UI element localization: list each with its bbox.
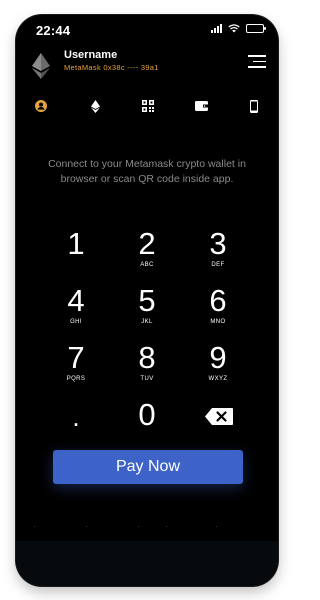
battery-icon [246, 24, 266, 33]
status-bar: 22:44 [16, 15, 278, 43]
status-time: 22:44 [36, 23, 71, 38]
key-6[interactable]: 6 MNO [188, 284, 248, 336]
ethereum-logo [32, 53, 50, 79]
key-0[interactable]: 0 [117, 398, 177, 450]
key-1[interactable]: 1 [46, 227, 106, 279]
key-5[interactable]: 5 JKL [117, 284, 177, 336]
key-decimal[interactable]: . [46, 398, 106, 450]
wifi-icon [228, 24, 240, 33]
tab-user[interactable] [28, 93, 54, 119]
ethereum-icon [90, 99, 100, 113]
user-icon [35, 100, 47, 112]
phone-frame: 22:44 Username MetaMask 0x38c ---- 39a1 [16, 15, 278, 586]
username: Username [64, 49, 118, 61]
tab-qr-code[interactable] [135, 93, 161, 119]
key-2[interactable]: 2 ABC [117, 227, 177, 279]
pay-now-button[interactable]: Pay Now [53, 450, 243, 484]
key-8[interactable]: 8 TUV [117, 341, 177, 393]
bottom-bar [16, 541, 278, 586]
hamburger-menu-icon[interactable] [248, 55, 266, 69]
mobile-phone-icon [250, 99, 258, 113]
instruction-text: Connect to your Metamask crypto wallet i… [48, 158, 246, 185]
key-7[interactable]: 7 PQRS [46, 341, 106, 393]
divider [16, 526, 278, 528]
key-3[interactable]: 3 DEF [188, 227, 248, 279]
wallet-address[interactable]: MetaMask 0x38c ---- 39a1 [64, 63, 159, 72]
backspace-icon[interactable] [199, 401, 239, 431]
tab-mobile[interactable] [241, 93, 267, 119]
tab-ethereum[interactable] [82, 93, 108, 119]
header: Username MetaMask 0x38c ---- 39a1 [16, 47, 278, 89]
key-9[interactable]: 9 WXYZ [188, 341, 248, 393]
qr-code-icon [142, 100, 154, 112]
wallet-icon [194, 101, 208, 111]
tab-wallet[interactable] [188, 93, 214, 119]
status-icons [211, 24, 266, 33]
tab-bar [16, 93, 278, 119]
key-4[interactable]: 4 GHI [46, 284, 106, 336]
cellular-signal-icon [211, 24, 222, 33]
